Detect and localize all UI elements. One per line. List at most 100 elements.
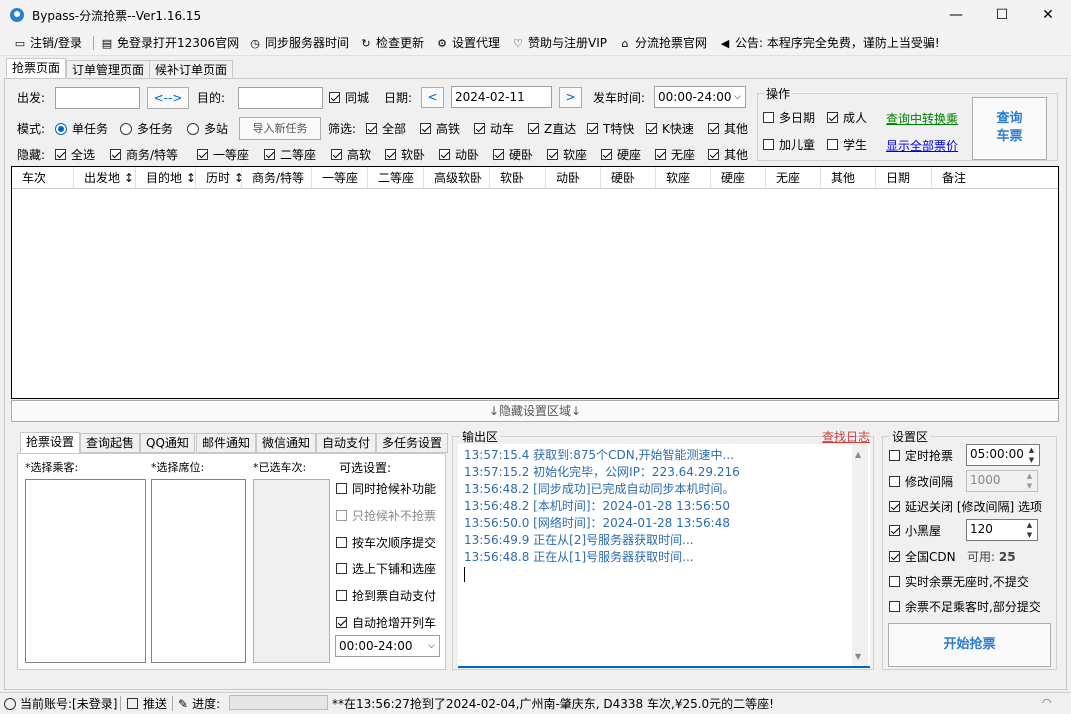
close-button[interactable]: ✕	[1025, 0, 1071, 30]
col-date[interactable]: 日期	[876, 167, 932, 189]
student-checkbox[interactable]: 学生	[827, 137, 867, 153]
opt-waitlist-too[interactable]: 同时抢候补功能	[336, 481, 436, 497]
menu-open-12306[interactable]: ▤ 免登录打开12306官网	[100, 34, 239, 52]
hide-settings-toggle[interactable]: ↓隐藏设置区域↓	[11, 400, 1059, 422]
col-deluxe-sleeper[interactable]: 高级软卧	[424, 167, 490, 189]
col-other[interactable]: 其他	[821, 167, 876, 189]
menu-check-update[interactable]: ↻ 检查更新	[359, 34, 424, 52]
tab-query-sale[interactable]: 查询起售	[80, 433, 141, 453]
tab-grab[interactable]: 抢票页面	[6, 58, 67, 78]
query-tickets-button[interactable]: 查询 车票	[972, 97, 1047, 160]
import-task-button[interactable]: 导入新任务	[239, 117, 321, 140]
tab-qq-notify[interactable]: QQ通知	[140, 433, 195, 453]
menu-official-site[interactable]: ⌂ 分流抢票官网	[618, 34, 708, 52]
interval-spinner[interactable]: 1000 ▲ ▼	[966, 470, 1038, 492]
menu-sync-time[interactable]: ◷ 同步服务器时间	[248, 34, 349, 52]
filter-k[interactable]: K快速	[646, 121, 694, 137]
filter-all[interactable]: 全部	[366, 121, 406, 137]
adult-checkbox[interactable]: 成人	[827, 110, 867, 126]
hide-second[interactable]: 二等座	[264, 147, 316, 163]
minimize-button[interactable]: —	[933, 0, 979, 30]
opt-auto-pay[interactable]: 抢到票自动支付	[336, 588, 436, 604]
child-checkbox[interactable]: 加儿童	[763, 137, 815, 153]
hide-yingwo[interactable]: 硬卧	[493, 147, 533, 163]
show-all-prices-link[interactable]: 显示全部票价	[886, 137, 958, 154]
blackroom-checkbox[interactable]: 小黑屋	[889, 523, 941, 539]
opt-choose-berth[interactable]: 选上下铺和选座	[336, 561, 436, 577]
train-table[interactable]: 车次 出发地 ↕ 目的地 ↕ 历时 ↕ 商务/特等 一等座 二等座 高级软卧 软…	[11, 166, 1059, 399]
hide-ruanzuo[interactable]: 软座	[547, 147, 587, 163]
partial-submit-checkbox[interactable]: 余票不足乘客时,部分提交	[889, 599, 1041, 615]
no-seat-no-submit-checkbox[interactable]: 实时余票无座时,不提交	[889, 574, 1029, 590]
hide-business[interactable]: 商务/特等	[110, 147, 178, 163]
filter-t[interactable]: T特快	[587, 121, 634, 137]
selected-train-list[interactable]	[253, 479, 330, 663]
modify-interval-checkbox[interactable]: 修改间隔	[889, 474, 953, 490]
push-button[interactable]: 推送	[127, 696, 167, 712]
seat-list[interactable]	[151, 479, 246, 663]
col-to[interactable]: 目的地 ↕	[136, 167, 196, 189]
col-soft-seat[interactable]: 软座	[656, 167, 711, 189]
log-scrollbar[interactable]: ▲ ▼	[852, 444, 868, 666]
filter-other[interactable]: 其他	[708, 121, 748, 137]
prev-date-button[interactable]: <	[421, 87, 444, 108]
col-soft-sleeper[interactable]: 软卧	[490, 167, 546, 189]
to-input[interactable]	[238, 87, 323, 109]
tab-orders[interactable]: 订单管理页面	[66, 60, 151, 80]
filter-dongche[interactable]: 动车	[474, 121, 514, 137]
mode-multi-radio[interactable]: 多任务	[120, 121, 173, 137]
col-duration[interactable]: 历时 ↕	[196, 167, 244, 189]
timed-grab-checkbox[interactable]: 定时抢票	[889, 448, 953, 464]
opt-order-by-train[interactable]: 按车次顺序提交	[336, 535, 436, 551]
hide-gaoruan[interactable]: 高软	[331, 147, 371, 163]
col-first[interactable]: 一等座	[312, 167, 368, 189]
hide-dongwo[interactable]: 动卧	[439, 147, 479, 163]
mode-single-radio[interactable]: 单任务	[55, 121, 108, 137]
col-train[interactable]: 车次	[12, 167, 74, 189]
col-from[interactable]: 出发地 ↕	[74, 167, 136, 189]
menu-logout-login[interactable]: ▭ 注销/登录	[13, 34, 82, 52]
hide-wuzuo[interactable]: 无座	[655, 147, 695, 163]
col-remark[interactable]: 备注	[932, 167, 1058, 189]
log-textbox[interactable]: 13:57:15.4 获取到:875个CDN,开始智能测速中... 13:57:…	[458, 444, 870, 668]
transfer-query-link[interactable]: 查询中转换乘	[886, 110, 958, 127]
hide-other[interactable]: 其他	[708, 147, 748, 163]
maximize-button[interactable]: ☐	[979, 0, 1025, 30]
swap-button[interactable]: <-->	[147, 87, 189, 109]
national-cdn-checkbox[interactable]: 全国CDN	[889, 549, 956, 565]
opt-extra-trains[interactable]: 自动抢增开列车	[336, 615, 436, 631]
tab-multi-task[interactable]: 多任务设置	[376, 433, 449, 453]
start-grab-button[interactable]: 开始抢票	[888, 623, 1051, 667]
depart-time-select[interactable]: 00:00-24:00 ⌵	[654, 86, 746, 108]
col-second[interactable]: 二等座	[368, 167, 424, 189]
next-date-button[interactable]: >	[559, 87, 582, 108]
same-city-checkbox[interactable]: 同城	[329, 90, 369, 106]
scroll-up-icon[interactable]: ▲	[855, 450, 861, 459]
multi-date-checkbox[interactable]: 多日期	[763, 110, 815, 126]
timed-grab-spinner[interactable]: 05:00:00 ▲ ▼	[966, 444, 1040, 466]
tab-mail-notify[interactable]: 邮件通知	[196, 433, 257, 453]
date-input[interactable]: 2024-02-11	[451, 86, 552, 108]
tab-grab-settings[interactable]: 抢票设置	[20, 432, 81, 454]
delay-close-checkbox[interactable]: 延迟关闭 [修改间隔] 选项	[889, 499, 1042, 515]
col-hard-seat[interactable]: 硬座	[711, 167, 766, 189]
extra-train-time-select[interactable]: 00:00-24:00 ⌵	[335, 635, 440, 657]
menu-sponsor-vip[interactable]: ♡ 赞助与注册VIP	[511, 34, 607, 52]
filter-z[interactable]: Z直达	[528, 121, 576, 137]
tab-auto-pay[interactable]: 自动支付	[316, 433, 377, 453]
hide-ruanwo[interactable]: 软卧	[385, 147, 425, 163]
col-emu-sleeper[interactable]: 动卧	[546, 167, 601, 189]
filter-gaotie[interactable]: 高铁	[420, 121, 460, 137]
col-no-seat[interactable]: 无座	[766, 167, 821, 189]
from-input[interactable]	[55, 87, 140, 109]
tab-wechat-notify[interactable]: 微信通知	[256, 433, 317, 453]
tab-waitlist[interactable]: 候补订单页面	[149, 60, 234, 80]
mode-multistation-radio[interactable]: 多站	[187, 121, 228, 137]
hide-all[interactable]: 全选	[55, 147, 95, 163]
find-log-link[interactable]: 查找日志	[822, 428, 870, 445]
blackroom-spinner[interactable]: 120 ▲ ▼	[966, 519, 1038, 541]
col-hard-sleeper[interactable]: 硬卧	[601, 167, 656, 189]
col-business[interactable]: 商务/特等	[242, 167, 312, 189]
opt-waitlist-only[interactable]: 只抢候补不抢票	[336, 508, 436, 524]
hide-yingzuo[interactable]: 硬座	[601, 147, 641, 163]
